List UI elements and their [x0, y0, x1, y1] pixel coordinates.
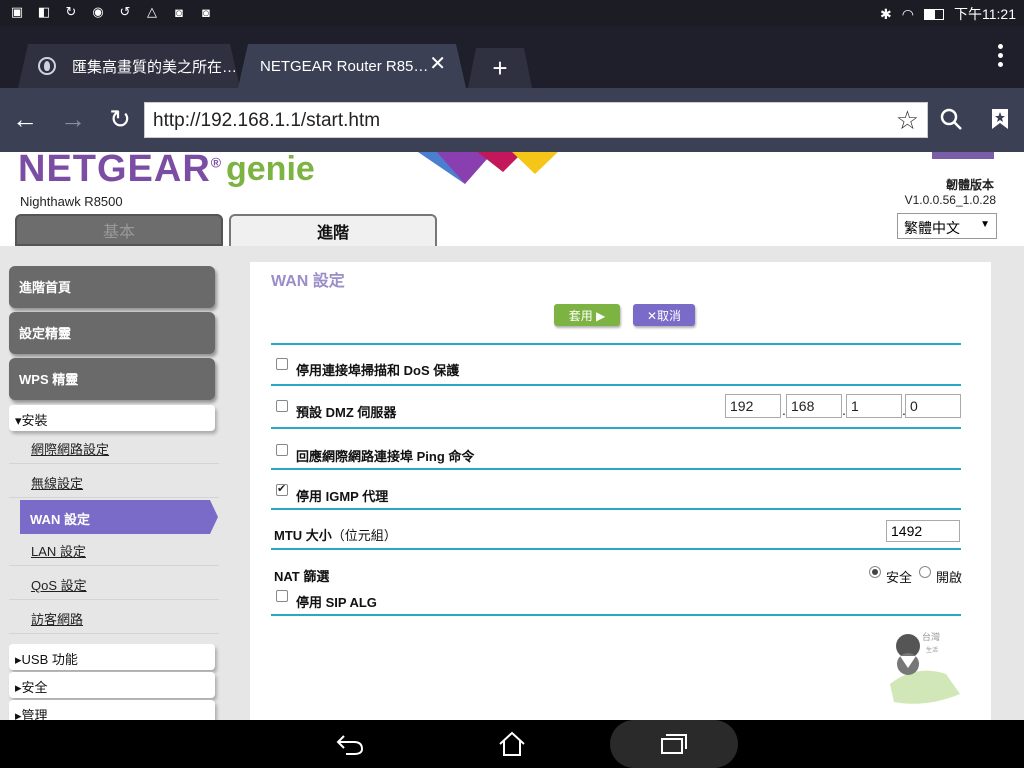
- camera-icon: ◙: [202, 4, 210, 20]
- browser-tab[interactable]: 匯集高畫質的美之所在…: [18, 44, 240, 88]
- sidebar-item-guest[interactable]: 訪客網路: [9, 600, 219, 634]
- tab-basic[interactable]: 基本: [15, 214, 223, 246]
- divider: [271, 343, 961, 345]
- genie-logo: genie: [226, 152, 315, 188]
- wan-settings-panel: WAN 設定 套用 ▶ ✕取消 停用連接埠掃描和 DoS 保護 預設 DMZ 伺…: [250, 262, 991, 720]
- sidebar-group-usb[interactable]: ▸USB 功能: [9, 644, 215, 670]
- browser-tab-strip: 匯集高畫質的美之所在… NETGEAR Router R85… ✕ +: [0, 26, 1024, 88]
- tab-title: NETGEAR Router R85…: [260, 57, 429, 75]
- status-bar: ▣ ◧ ↻ ◉ ↺ △ ◙ ◙ ✱ ◠ 下午11:21: [0, 0, 1024, 26]
- dropdown-arrow-icon: ▼: [980, 219, 990, 230]
- sync-icon: ↻: [65, 4, 77, 19]
- tab-title: 匯集高畫質的美之所在…: [72, 58, 238, 76]
- back-arrow-icon[interactable]: ←: [8, 102, 42, 136]
- web-page: NETGEAR® genie Nighthawk R8500 韌體版本 V1.0…: [0, 152, 1024, 720]
- portscan-dos-checkbox[interactable]: [276, 358, 288, 370]
- wifi-icon: ◠: [901, 5, 914, 22]
- portscan-dos-label: 停用連接埠掃描和 DoS 保護: [296, 363, 460, 378]
- cancel-button[interactable]: ✕取消: [633, 304, 695, 326]
- url-text[interactable]: http://192.168.1.1/start.htm: [153, 110, 380, 132]
- router-model: Nighthawk R8500: [20, 194, 123, 209]
- sidebar-item-internet[interactable]: 網際網路設定: [9, 430, 219, 464]
- browser-tab-active[interactable]: NETGEAR Router R85… ✕: [238, 44, 466, 88]
- dmz-label: 預設 DMZ 伺服器: [296, 405, 397, 420]
- nat-open-radio[interactable]: [919, 566, 931, 578]
- nat-secure-radio[interactable]: [869, 566, 881, 578]
- url-bar[interactable]: http://192.168.1.1/start.htm ☆: [144, 102, 928, 138]
- camera-icon: ◙: [175, 4, 183, 20]
- sidebar-group-admin[interactable]: ▸管理: [9, 700, 215, 720]
- decorative-triangles: [417, 152, 558, 184]
- asus-icon: ◧: [37, 4, 51, 19]
- dmz-checkbox[interactable]: [276, 400, 288, 412]
- divider: [271, 468, 961, 470]
- divider: [271, 614, 961, 616]
- home-icon[interactable]: [494, 728, 530, 760]
- recents-icon[interactable]: [656, 728, 692, 760]
- ping-label: 回應網際網路連接埠 Ping 命令: [296, 449, 475, 464]
- star-icon[interactable]: ☆: [896, 105, 919, 136]
- divider: [271, 508, 961, 510]
- igmp-label: 停用 IGMP 代理: [296, 489, 389, 504]
- firmware-version: V1.0.0.56_1.0.28: [904, 193, 996, 207]
- apply-button[interactable]: 套用 ▶: [554, 304, 620, 326]
- sidebar-wps-wizard[interactable]: WPS 精靈: [9, 358, 215, 400]
- close-icon[interactable]: ✕: [429, 54, 446, 74]
- mtu-label: MTU 大小（位元組）: [274, 528, 397, 543]
- reload-icon[interactable]: ↻: [103, 102, 137, 136]
- logout-button[interactable]: [932, 152, 994, 159]
- navigation-bar: [0, 720, 1024, 768]
- clock: 下午11:21: [954, 6, 1016, 22]
- dmz-ip-octet-2[interactable]: [786, 394, 842, 418]
- divider: [271, 427, 961, 429]
- sidebar: 進階首頁 設定精靈 WPS 精靈 ▾安裝 網際網路設定 無線設定 WAN 設定 …: [0, 246, 232, 720]
- router-header: NETGEAR® genie Nighthawk R8500 韌體版本 V1.0…: [0, 152, 1024, 246]
- sidebar-group-security[interactable]: ▸安全: [9, 672, 215, 698]
- new-tab-button[interactable]: +: [468, 48, 532, 88]
- netgear-logo: NETGEAR®: [18, 152, 223, 190]
- notification-icons: ▣ ◧ ↻ ◉ ↺ △ ◙ ◙: [8, 4, 215, 20]
- bluetooth-icon: ✱: [880, 5, 892, 22]
- overflow-menu-icon[interactable]: [998, 44, 1004, 67]
- nat-secure-label: 安全: [886, 570, 913, 585]
- sidebar-advanced-home[interactable]: 進階首頁: [9, 266, 215, 308]
- forward-arrow-icon[interactable]: →: [56, 102, 90, 136]
- nat-open-label: 開啟: [936, 570, 963, 585]
- sidebar-group-setup[interactable]: ▾安裝: [9, 405, 215, 431]
- dmz-ip-octet-3[interactable]: [846, 394, 902, 418]
- divider: [271, 548, 961, 550]
- sidebar-item-wireless[interactable]: 無線設定: [9, 464, 219, 498]
- ping-checkbox[interactable]: [276, 444, 288, 456]
- sidebar-item-wan[interactable]: WAN 設定: [20, 500, 218, 534]
- igmp-checkbox[interactable]: [276, 482, 288, 496]
- globe-icon: [38, 57, 56, 75]
- bookmark-icon[interactable]: [983, 102, 1017, 136]
- svg-text:生活: 生活: [926, 646, 938, 654]
- dmz-ip-octet-1[interactable]: [725, 394, 781, 418]
- firmware-label: 韌體版本: [945, 178, 994, 192]
- tab-advanced[interactable]: 進階: [229, 214, 437, 246]
- svg-text:台灣: 台灣: [922, 631, 940, 643]
- page-title: WAN 設定: [271, 273, 345, 290]
- sip-alg-label: 停用 SIP ALG: [296, 595, 377, 610]
- back-icon[interactable]: [332, 728, 368, 760]
- warning-icon: △: [147, 4, 157, 19]
- app-icon: ◉: [92, 4, 104, 19]
- sidebar-item-lan[interactable]: LAN 設定: [9, 532, 219, 566]
- nat-filter-label: NAT 篩選: [274, 569, 330, 584]
- dmz-ip-octet-4[interactable]: [905, 394, 961, 418]
- battery-icon: [924, 8, 944, 20]
- divider: [271, 384, 961, 386]
- mtu-input[interactable]: [886, 520, 960, 542]
- browser-toolbar: ← → ↻ http://192.168.1.1/start.htm ☆: [0, 88, 1024, 152]
- sidebar-item-qos[interactable]: QoS 設定: [9, 566, 219, 600]
- language-select[interactable]: 繁體中文 ▼: [897, 213, 997, 239]
- image-icon: ▣: [10, 4, 24, 19]
- refresh-icon: ↺: [119, 4, 131, 19]
- watermark-logo: 台灣 生活: [890, 631, 960, 704]
- sip-alg-checkbox[interactable]: [276, 590, 288, 602]
- search-icon[interactable]: [934, 102, 968, 136]
- sidebar-setup-wizard[interactable]: 設定精靈: [9, 312, 215, 354]
